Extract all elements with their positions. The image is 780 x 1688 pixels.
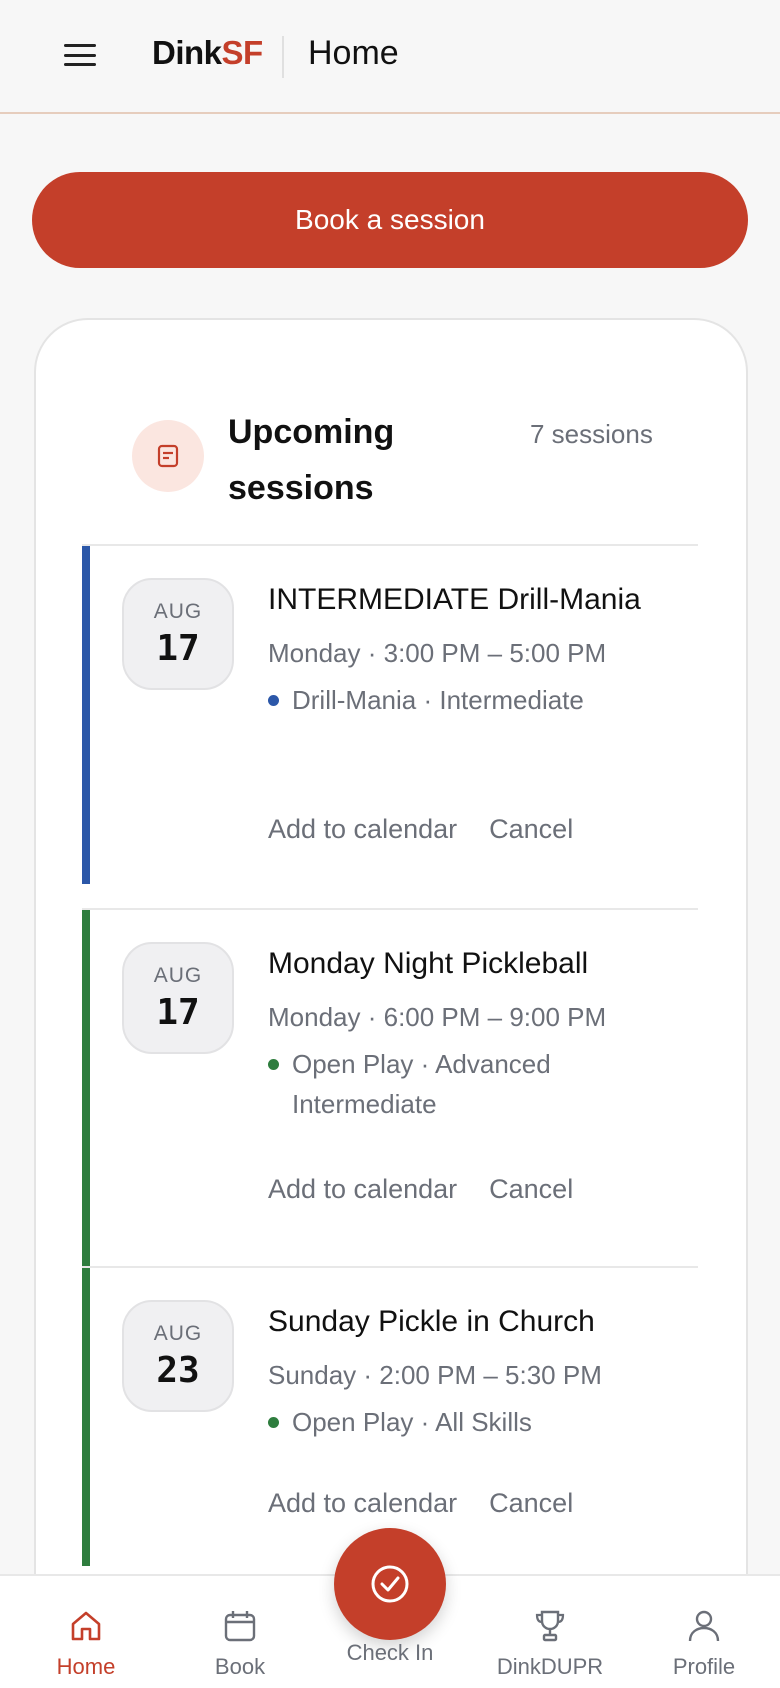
session-color-bar xyxy=(82,546,90,884)
cancel-session-button[interactable]: Cancel xyxy=(489,814,573,845)
session-tag-text: Open Play · All Skills xyxy=(292,1407,532,1437)
add-to-calendar-button[interactable]: Add to calendar xyxy=(268,1174,457,1205)
nav-checkin-label: Check In xyxy=(346,1640,434,1665)
profile-icon xyxy=(688,1610,720,1642)
session-title: INTERMEDIATE Drill-Mania xyxy=(268,583,641,616)
session-tag: Open Play · Advanced Intermediate xyxy=(268,1044,668,1124)
session-month: AUG xyxy=(153,1321,203,1345)
upcoming-sessions-title: Upcoming sessions xyxy=(228,413,395,507)
session-month: AUG xyxy=(153,599,203,623)
logo-text-dink: Dink xyxy=(152,34,222,71)
sessions-count: 7 sessions xyxy=(530,419,653,449)
nav-book[interactable]: Book xyxy=(200,1576,280,1688)
upcoming-sessions-card: Upcoming sessions 7 sessions AUG 17 INTE… xyxy=(34,318,748,1688)
check-circle-icon xyxy=(371,1565,409,1603)
session-item[interactable]: AUG 23 Sunday Pickle in Church Sunday · … xyxy=(82,1266,698,1566)
hamburger-menu-icon[interactable] xyxy=(62,40,98,70)
nav-home-label: Home xyxy=(56,1654,116,1679)
session-tag-text: Open Play · Advanced Intermediate xyxy=(292,1049,551,1119)
book-session-button[interactable]: Book a session xyxy=(32,172,748,268)
session-dot-icon xyxy=(268,695,279,706)
session-date-badge: AUG 17 xyxy=(122,578,234,690)
app-header: DinkSF Home xyxy=(0,0,780,114)
nav-home[interactable]: Home xyxy=(46,1576,126,1688)
session-title: Sunday Pickle in Church xyxy=(268,1305,595,1338)
session-dot-icon xyxy=(268,1059,279,1070)
app-logo[interactable]: DinkSF xyxy=(152,34,263,72)
header-divider xyxy=(282,36,284,78)
session-tag: Open Play · All Skills xyxy=(268,1402,668,1442)
trophy-icon xyxy=(535,1610,565,1642)
calendar-icon xyxy=(224,1611,256,1642)
session-day: 17 xyxy=(156,627,200,669)
add-to-calendar-button[interactable]: Add to calendar xyxy=(268,1488,457,1519)
nav-dinkdupr-label: DinkDUPR xyxy=(496,1654,604,1679)
home-icon xyxy=(71,1611,101,1641)
session-month: AUG xyxy=(153,963,203,987)
session-date-badge: AUG 23 xyxy=(122,1300,234,1412)
page-title: Home xyxy=(308,34,399,72)
nav-dinkdupr[interactable]: DinkDUPR xyxy=(490,1576,610,1688)
add-to-calendar-button[interactable]: Add to calendar xyxy=(268,814,457,845)
nav-profile[interactable]: Profile xyxy=(664,1576,744,1688)
session-time: Sunday · 2:00 PM – 5:30 PM xyxy=(268,1360,602,1390)
logo-text-sf: SF xyxy=(221,34,264,71)
nav-profile-label: Profile xyxy=(672,1654,736,1679)
session-tag-text: Drill-Mania · Intermediate xyxy=(292,685,584,715)
cancel-session-button[interactable]: Cancel xyxy=(489,1488,573,1519)
session-day: 23 xyxy=(156,1349,200,1391)
check-in-button[interactable] xyxy=(334,1528,446,1640)
session-item[interactable]: AUG 17 Monday Night Pickleball Monday · … xyxy=(82,908,698,1266)
session-title: Monday Night Pickleball xyxy=(268,947,589,980)
session-day: 17 xyxy=(156,991,200,1033)
session-item[interactable]: AUG 17 INTERMEDIATE Drill-Mania Monday ·… xyxy=(82,544,698,884)
document-icon xyxy=(132,420,204,492)
session-color-bar xyxy=(82,910,90,1266)
session-dot-icon xyxy=(268,1417,279,1428)
session-color-bar xyxy=(82,1268,90,1566)
session-time: Monday · 3:00 PM – 5:00 PM xyxy=(268,638,607,668)
cancel-session-button[interactable]: Cancel xyxy=(489,1174,573,1205)
session-tag: Drill-Mania · Intermediate xyxy=(268,680,668,720)
session-date-badge: AUG 17 xyxy=(122,942,234,1054)
nav-book-label: Book xyxy=(214,1654,266,1679)
session-time: Monday · 6:00 PM – 9:00 PM xyxy=(268,1002,607,1032)
